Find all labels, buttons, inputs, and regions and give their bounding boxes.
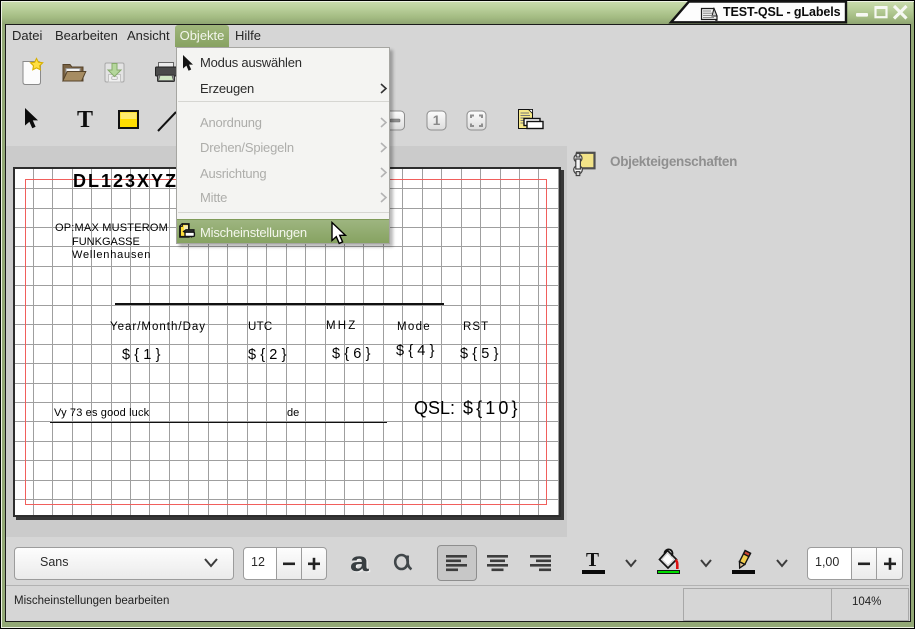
svg-text:1: 1 xyxy=(433,113,441,128)
